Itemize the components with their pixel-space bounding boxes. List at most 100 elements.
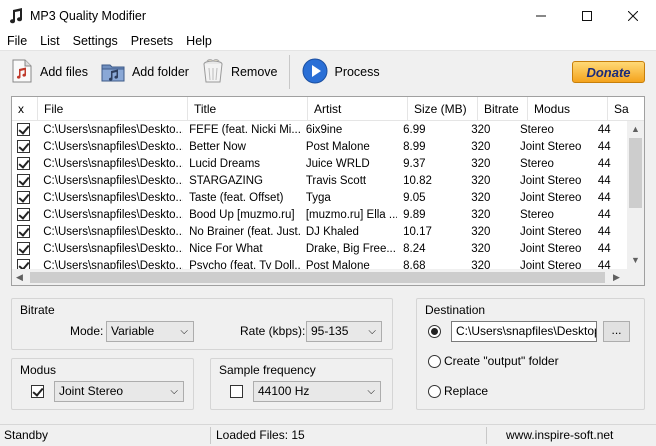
cell-sa: 44	[597, 123, 611, 136]
menu-list[interactable]: List	[33, 34, 65, 48]
cell-sa: 44	[597, 208, 611, 221]
row-checkbox[interactable]	[17, 123, 30, 136]
replace-label[interactable]: Replace	[444, 384, 488, 398]
title-bar: MP3 Quality Modifier	[0, 0, 656, 31]
sample-frequency-group: Sample frequency 44100 Hz ⌵	[210, 358, 393, 410]
cell-sa: 44	[597, 259, 611, 270]
col-header-size[interactable]: Size (MB)	[408, 97, 478, 121]
modus-select[interactable]: Joint Stereo ⌵	[54, 381, 184, 402]
table-row[interactable]: C:\Users\snapfiles\Deskto... Bood Up [muz…	[12, 206, 627, 223]
window-title: MP3 Quality Modifier	[30, 8, 147, 23]
row-checkbox[interactable]	[17, 242, 30, 255]
col-header-modus[interactable]: Modus	[528, 97, 608, 121]
process-label: Process	[334, 65, 380, 79]
cell-size: 9.05	[403, 191, 426, 204]
table-row[interactable]: C:\Users\snapfiles\Deskto... Nice For Wha…	[12, 240, 627, 257]
col-header-artist[interactable]: Artist	[308, 97, 408, 121]
vertical-scroll-thumb[interactable]	[629, 138, 642, 208]
status-website-link[interactable]: www.inspire-soft.net	[506, 425, 613, 446]
table-row[interactable]: C:\Users\snapfiles\Deskto... STARGAZING Tr…	[12, 172, 627, 189]
destination-path-input[interactable]: C:\Users\snapfiles\Desktop\	[451, 321, 597, 342]
menu-settings[interactable]: Settings	[66, 34, 124, 48]
table-row[interactable]: C:\Users\snapfiles\Deskto... No Brainer (…	[12, 223, 627, 240]
remove-button[interactable]: Remove	[195, 53, 284, 91]
vertical-scrollbar[interactable]: ▲ ▼	[627, 121, 644, 269]
table-row[interactable]: C:\Users\snapfiles\Deskto... Better Now Po…	[12, 138, 627, 155]
cell-title: Taste (feat. Offset)	[189, 191, 284, 204]
cell-size: 9.89	[403, 208, 426, 221]
music-note-icon	[9, 7, 23, 24]
cell-file: C:\Users\snapfiles\Deskto...	[43, 242, 184, 255]
sample-frequency-select[interactable]: 44100 Hz ⌵	[253, 381, 381, 402]
col-header-title[interactable]: Title	[188, 97, 308, 121]
cell-title: Lucid Dreams	[189, 157, 261, 170]
cell-bitrate: 320	[471, 191, 491, 204]
row-checkbox[interactable]	[17, 191, 30, 204]
sample-frequency-select-value: 44100 Hz	[258, 384, 310, 398]
cell-modus: Joint Stereo	[520, 242, 582, 255]
rate-select-value: 95-135	[311, 324, 349, 338]
table-row[interactable]: C:\Users\snapfiles\Deskto... Taste (feat.…	[12, 189, 627, 206]
cell-size: 9.37	[403, 157, 426, 170]
mode-select[interactable]: Variable ⌵	[106, 321, 194, 342]
row-checkbox[interactable]	[17, 140, 30, 153]
row-checkbox[interactable]	[17, 225, 30, 238]
col-header-bitrate[interactable]: Bitrate	[478, 97, 528, 121]
table-row[interactable]: C:\Users\snapfiles\Deskto... Psycho (feat…	[12, 257, 627, 269]
add-file-icon	[10, 58, 34, 87]
radio-replace[interactable]	[428, 385, 441, 398]
menu-presets[interactable]: Presets	[124, 34, 179, 48]
modus-checkbox[interactable]	[31, 385, 44, 398]
menu-file[interactable]: File	[0, 34, 33, 48]
process-button[interactable]: Process	[296, 53, 385, 91]
browse-button[interactable]: ...	[603, 321, 630, 342]
radio-create-output-folder[interactable]	[428, 355, 441, 368]
row-checkbox[interactable]	[17, 157, 30, 170]
cell-modus: Stereo	[520, 208, 554, 221]
row-checkbox[interactable]	[17, 208, 30, 221]
table-row[interactable]: C:\Users\snapfiles\Deskto... Lucid Dreams…	[12, 155, 627, 172]
scroll-up-icon[interactable]: ▲	[631, 124, 640, 134]
cell-file: C:\Users\snapfiles\Deskto...	[43, 140, 184, 153]
cell-size: 8.24	[403, 242, 426, 255]
destination-group-label: Destination	[425, 303, 486, 317]
row-checkbox[interactable]	[17, 174, 30, 187]
donate-button[interactable]: Donate	[572, 61, 645, 83]
status-divider	[210, 427, 211, 444]
sample-frequency-checkbox[interactable]	[230, 385, 243, 398]
minimize-button[interactable]	[518, 0, 564, 31]
radio-destination-path[interactable]	[428, 325, 441, 338]
col-header-file[interactable]: File	[38, 97, 188, 121]
scroll-down-icon[interactable]: ▼	[631, 255, 640, 265]
maximize-button[interactable]	[564, 0, 610, 31]
bitrate-group: Bitrate Mode: Variable ⌵ Rate (kbps): 95…	[11, 298, 393, 350]
status-loaded-files: Loaded Files: 15	[216, 428, 305, 442]
horizontal-scrollbar[interactable]: ◀ ▶	[12, 269, 627, 285]
menu-help[interactable]: Help	[179, 34, 218, 48]
cell-file: C:\Users\snapfiles\Deskto...	[43, 208, 184, 221]
chevron-down-icon: ⌵	[368, 326, 376, 337]
close-button[interactable]	[610, 0, 656, 31]
scroll-right-icon[interactable]: ▶	[613, 272, 620, 283]
cell-check	[12, 225, 37, 238]
scroll-left-icon[interactable]: ◀	[16, 272, 23, 283]
table-row[interactable]: C:\Users\snapfiles\Deskto... FEFE (feat. …	[12, 121, 627, 138]
create-output-folder-label[interactable]: Create "output" folder	[444, 354, 559, 368]
horizontal-scroll-thumb[interactable]	[30, 272, 605, 283]
cell-check	[12, 140, 37, 153]
toolbar: Add files Add folder Remove Process Dona…	[0, 52, 656, 92]
col-header-check[interactable]: x	[12, 97, 38, 121]
cell-bitrate: 320	[471, 259, 491, 270]
add-files-button[interactable]: Add files	[4, 53, 94, 91]
cell-bitrate: 320	[471, 242, 491, 255]
col-header-sample[interactable]: Sa	[608, 97, 644, 121]
cell-artist: 6ix9ine	[305, 123, 343, 136]
cell-check	[12, 191, 37, 204]
cell-check	[12, 242, 37, 255]
file-list[interactable]: x File Title Artist Size (MB) Bitrate Mo…	[11, 96, 645, 286]
cell-artist: [muzmo.ru] Ella ...	[305, 208, 398, 221]
add-folder-button[interactable]: Add folder	[94, 53, 195, 91]
cell-file: C:\Users\snapfiles\Deskto...	[43, 123, 184, 136]
rate-select[interactable]: 95-135 ⌵	[306, 321, 382, 342]
row-checkbox[interactable]	[17, 259, 30, 269]
